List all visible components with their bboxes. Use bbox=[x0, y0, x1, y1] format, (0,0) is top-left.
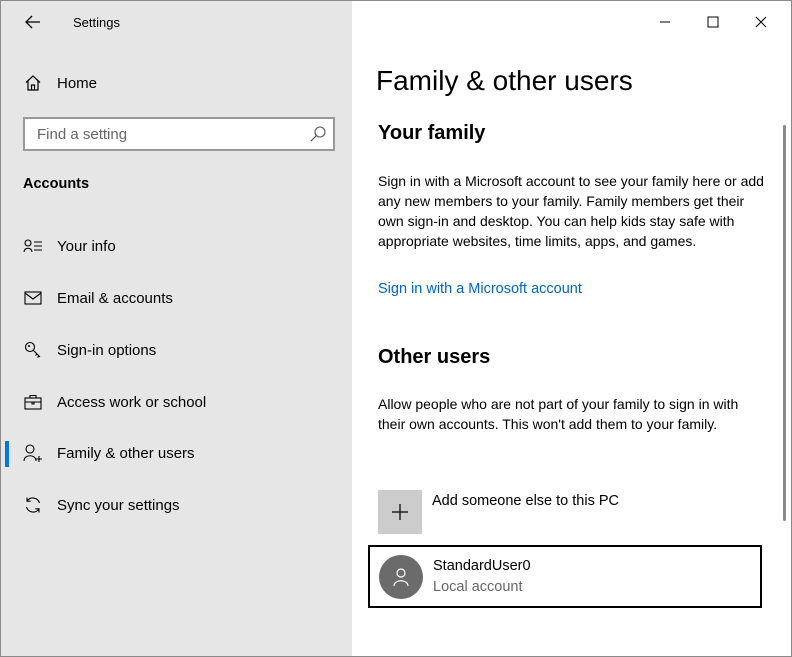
person-add-icon bbox=[23, 443, 43, 463]
sidebar-item-label: Sync your settings bbox=[57, 497, 180, 514]
sign-in-microsoft-link[interactable]: Sign in with a Microsoft account bbox=[378, 281, 582, 297]
sidebar-item-label: Your info bbox=[57, 238, 116, 255]
plus-icon bbox=[392, 504, 408, 520]
settings-window: Settings Home Find a setting Accounts Yo… bbox=[0, 0, 792, 657]
search-input[interactable]: Find a setting bbox=[23, 117, 335, 151]
close-icon bbox=[755, 16, 767, 28]
section-title: Accounts bbox=[23, 176, 90, 192]
mail-icon bbox=[23, 288, 43, 308]
sidebar-item-label: Email & accounts bbox=[57, 290, 173, 307]
your-family-heading: Your family bbox=[378, 122, 486, 144]
add-someone-button[interactable]: Add someone else to this PC bbox=[378, 490, 768, 534]
minimize-icon bbox=[660, 21, 670, 23]
sidebar-item-home[interactable]: Home bbox=[1, 63, 352, 103]
briefcase-icon bbox=[23, 392, 43, 412]
active-indicator bbox=[5, 441, 9, 467]
sidebar: Settings Home Find a setting Accounts Yo… bbox=[1, 1, 352, 656]
page-title: Family & other users bbox=[376, 65, 633, 96]
person-icon bbox=[393, 568, 409, 587]
other-users-heading: Other users bbox=[378, 346, 491, 368]
your-family-description: Sign in with a Microsoft account to see … bbox=[378, 173, 764, 249]
back-button[interactable] bbox=[17, 8, 49, 36]
search-icon bbox=[310, 126, 326, 142]
back-arrow-icon bbox=[25, 15, 40, 29]
sidebar-item-your-info[interactable]: Your info bbox=[1, 225, 352, 269]
sidebar-item-email-accounts[interactable]: Email & accounts bbox=[1, 277, 352, 321]
add-tile bbox=[378, 490, 422, 534]
person-list-icon bbox=[23, 236, 43, 256]
app-title: Settings bbox=[73, 15, 120, 30]
title-bar: Settings bbox=[1, 1, 352, 43]
sidebar-item-access-work-school[interactable]: Access work or school bbox=[1, 381, 352, 425]
maximize-icon bbox=[707, 16, 719, 28]
other-users-description: Allow people who are not part of your fa… bbox=[378, 396, 739, 432]
sync-icon bbox=[23, 495, 43, 515]
add-someone-label: Add someone else to this PC bbox=[432, 493, 619, 509]
scrollbar[interactable] bbox=[783, 125, 786, 521]
sidebar-item-label: Access work or school bbox=[57, 394, 207, 411]
close-button[interactable] bbox=[738, 9, 784, 35]
key-icon bbox=[23, 340, 43, 360]
user-list-item[interactable]: StandardUser0 Local account bbox=[368, 545, 762, 608]
avatar bbox=[379, 555, 423, 599]
maximize-button[interactable] bbox=[690, 9, 736, 35]
minimize-button[interactable] bbox=[642, 9, 688, 35]
sidebar-item-label: Home bbox=[57, 75, 98, 92]
sidebar-item-sign-in-options[interactable]: Sign-in options bbox=[1, 329, 352, 373]
sidebar-item-family-other-users[interactable]: Family & other users bbox=[1, 432, 352, 476]
content-pane: Family & other users Your family Sign in… bbox=[352, 1, 791, 656]
sidebar-item-label: Sign-in options bbox=[57, 342, 157, 359]
user-name: StandardUser0 bbox=[433, 558, 531, 574]
home-icon bbox=[23, 73, 43, 93]
sidebar-item-label: Family & other users bbox=[57, 445, 195, 462]
sidebar-item-sync-settings[interactable]: Sync your settings bbox=[1, 484, 352, 528]
search-placeholder: Find a setting bbox=[37, 126, 128, 143]
user-account-type: Local account bbox=[433, 579, 523, 595]
